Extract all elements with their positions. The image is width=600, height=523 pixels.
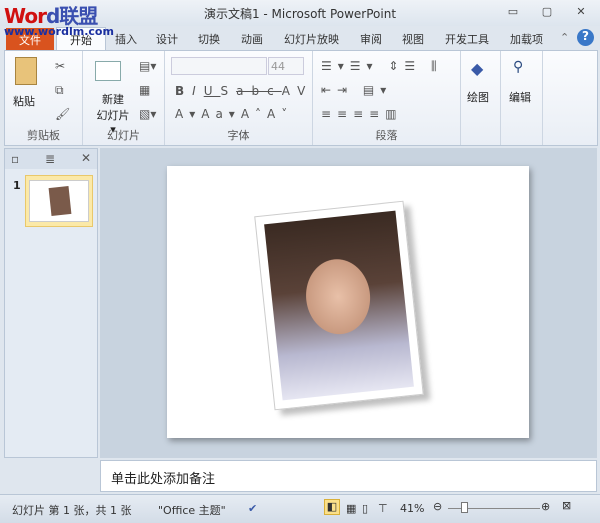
outline-tab-icon[interactable]: ≣ [45, 152, 55, 166]
layout-icon[interactable]: ▤▾ [139, 59, 156, 73]
new-slide-label: 新建 [102, 93, 124, 106]
slideshow-view-icon[interactable]: ⊤ [378, 502, 388, 515]
normal-view-icon[interactable]: ◧ [324, 499, 340, 515]
group-editing[interactable]: ⚲ 编辑 [501, 51, 543, 145]
close-button[interactable]: ✕ [570, 5, 592, 21]
font-size-input[interactable]: 44 [268, 57, 304, 75]
status-bar: 幻灯片 第 1 张，共 1 张 "Office 主题" ✔ ◧ ▦ ▯ ⊤ 41… [0, 494, 600, 523]
slide-panel: ▫ ≣ ✕ 1 [4, 148, 98, 458]
slides-tab-icon[interactable]: ▫ [11, 152, 19, 166]
list-buttons[interactable]: ☰▾☰▾ ⇕☰ ⫼ [321, 59, 443, 74]
zoom-out-icon[interactable]: ⊖ [433, 500, 442, 513]
zoom-in-icon[interactable]: ⊕ [541, 500, 550, 513]
shapes-icon: ◆ [471, 59, 484, 78]
slide-info: 幻灯片 第 1 张，共 1 张 [12, 504, 132, 517]
group-label: 剪贴板 [27, 129, 60, 142]
cut-icon[interactable]: ✂ [55, 59, 65, 73]
notes-placeholder: 单击此处添加备注 [111, 472, 216, 487]
group-slides: 新建 幻灯片 ▾ ▤▾ ▦ ▧▾ 幻灯片 [83, 51, 165, 145]
panel-tabs: ▫ ≣ ✕ [5, 149, 97, 169]
slide-editor [100, 148, 597, 458]
group-drawing[interactable]: ◆ 绘图 [461, 51, 501, 145]
slide-number: 1 [13, 179, 21, 192]
editing-button[interactable]: 编辑 [509, 89, 531, 105]
tab-review[interactable]: 审阅 [360, 31, 382, 47]
new-slide-icon [95, 61, 121, 81]
maximize-button[interactable]: ▢ [536, 5, 558, 21]
watermark-url: www.wordlm.com [4, 25, 114, 38]
tab-view[interactable]: 视图 [402, 31, 424, 47]
drawing-button[interactable]: 绘图 [467, 89, 489, 105]
thumbnail-image [29, 180, 89, 222]
copy-icon[interactable]: ⧉ [55, 83, 64, 98]
slide-thumbnail[interactable] [25, 175, 93, 227]
font-size-buttons[interactable]: A▾Aa▾A˄A˅ [175, 107, 293, 121]
group-label: 幻灯片 [107, 129, 140, 142]
close-panel-icon[interactable]: ✕ [81, 151, 91, 165]
photo-image[interactable] [254, 200, 424, 411]
format-painter-icon[interactable]: 🖌 [55, 107, 70, 121]
zoom-level[interactable]: 41% [400, 502, 424, 515]
fit-to-window-icon[interactable]: ⊠ [562, 499, 571, 512]
tab-addins[interactable]: 加载项 [510, 31, 543, 47]
reading-view-icon[interactable]: ▯ [362, 502, 368, 515]
group-font: 44 BIUSabcAV A▾Aa▾A˄A˅ 字体 [165, 51, 313, 145]
align-buttons[interactable]: ≡≡≡≡▥ [321, 107, 403, 121]
font-format-buttons[interactable]: BIUSabcAV [175, 84, 313, 98]
reset-icon[interactable]: ▦ [139, 83, 150, 97]
tab-developer[interactable]: 开发工具 [445, 31, 489, 47]
sorter-view-icon[interactable]: ▦ [346, 502, 356, 515]
tab-slideshow[interactable]: 幻灯片放映 [284, 31, 339, 47]
tab-transitions[interactable]: 切换 [198, 31, 220, 47]
collapse-ribbon-icon[interactable]: ⌃ [560, 31, 569, 44]
theme-name[interactable]: "Office 主题" [158, 502, 226, 518]
group-clipboard: 粘贴 ✂ ⧉ 🖌 剪贴板 [5, 51, 83, 145]
group-paragraph: ☰▾☰▾ ⇕☰ ⫼ ⇤⇥ ▤▾ ≡≡≡≡▥ 段落 [313, 51, 461, 145]
font-name-input[interactable] [171, 57, 267, 75]
tab-design[interactable]: 设计 [156, 31, 178, 47]
tab-insert[interactable]: 插入 [115, 31, 137, 47]
section-icon[interactable]: ▧▾ [139, 107, 156, 121]
zoom-slider-thumb[interactable] [461, 502, 468, 513]
group-label: 段落 [375, 129, 398, 142]
binoculars-icon: ⚲ [513, 59, 524, 75]
group-label: 字体 [227, 129, 250, 142]
spellcheck-icon[interactable]: ✔ [248, 502, 257, 515]
paste-button[interactable]: 粘贴 [13, 93, 35, 109]
notes-pane[interactable]: 单击此处添加备注 [100, 460, 597, 492]
help-icon[interactable]: ? [577, 29, 594, 46]
indent-buttons[interactable]: ⇤⇥ ▤▾ [321, 83, 392, 97]
paste-icon [15, 57, 37, 85]
tab-animations[interactable]: 动画 [241, 31, 263, 47]
minimize-button[interactable]: ▭ [502, 5, 524, 21]
ribbon: 粘贴 ✂ ⧉ 🖌 剪贴板 新建 幻灯片 ▾ ▤▾ ▦ ▧▾ 幻灯片 44 BIUS… [4, 50, 598, 146]
slide[interactable] [167, 166, 529, 438]
